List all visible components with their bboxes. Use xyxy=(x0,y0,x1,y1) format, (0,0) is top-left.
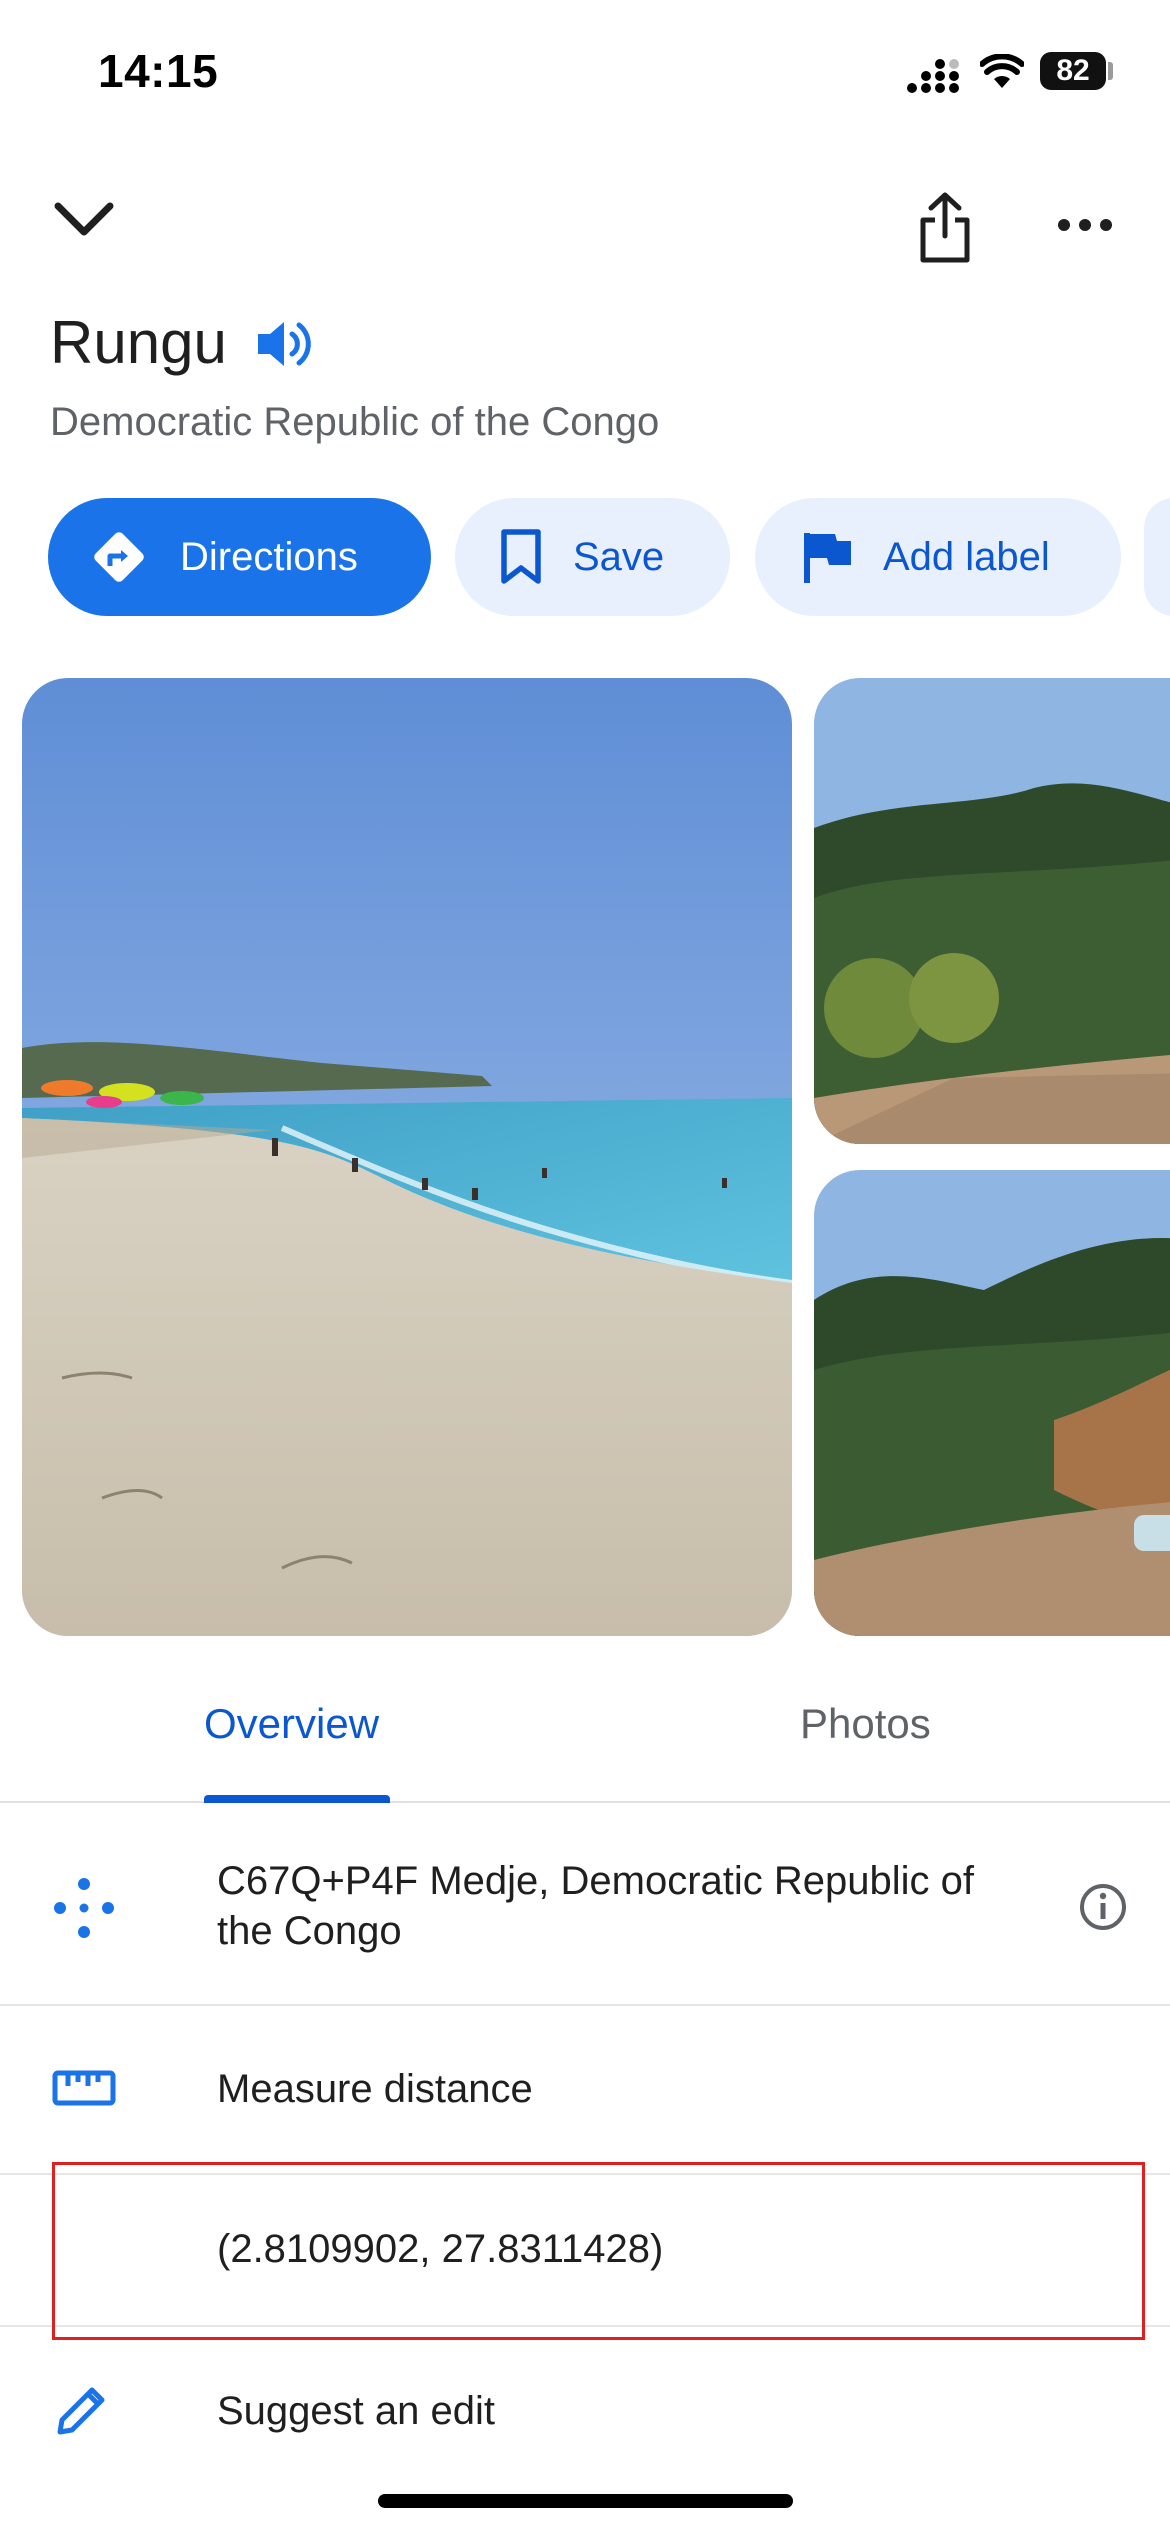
pencil-icon xyxy=(52,2380,112,2445)
battery-indicator: 82 xyxy=(1040,52,1106,90)
more-horiz-icon[interactable] xyxy=(1050,205,1120,245)
place-country: Democratic Republic of the Congo xyxy=(50,400,660,444)
battery-cap xyxy=(1108,62,1113,80)
more-actions-chip[interactable] xyxy=(1144,498,1170,616)
directions-label: Directions xyxy=(180,534,358,579)
save-label: Save xyxy=(573,534,665,579)
volume-icon[interactable] xyxy=(252,314,316,379)
highlight-box xyxy=(52,2162,1145,2340)
share-icon[interactable] xyxy=(910,188,980,268)
tab-overview[interactable]: Overview xyxy=(204,1700,379,1748)
divider xyxy=(0,2004,1170,2006)
plus-code-line1: C67Q+P4F Medje, Democratic Republic of xyxy=(217,1859,974,1903)
measure-distance-button[interactable]: Measure distance xyxy=(217,2064,533,2114)
place-title: Rungu xyxy=(50,309,227,376)
add-label-label: Add label xyxy=(883,534,1050,579)
add-label-button[interactable]: Add label xyxy=(755,498,1121,616)
flag-icon xyxy=(804,533,851,583)
chevron-down-icon[interactable] xyxy=(44,190,124,250)
tab-indicator xyxy=(204,1795,390,1803)
tab-photos[interactable]: Photos xyxy=(800,1700,931,1748)
save-button[interactable]: Save xyxy=(455,498,730,616)
directions-button[interactable]: Directions xyxy=(48,498,431,616)
ruler-icon xyxy=(52,2068,116,2113)
forest-photo-1[interactable] xyxy=(814,678,1170,1144)
plus-code-line2: the Congo xyxy=(217,1909,402,1953)
tab-divider xyxy=(0,1801,1170,1803)
directions-icon xyxy=(94,532,144,582)
suggest-edit-button[interactable]: Suggest an edit xyxy=(217,2386,495,2436)
forest-photo-2[interactable] xyxy=(814,1170,1170,1636)
plus-code-address[interactable]: C67Q+P4F Medje, Democratic Republic of t… xyxy=(217,1856,974,1956)
cellular-signal-icon xyxy=(906,58,962,99)
plus-code-icon xyxy=(52,1876,116,1945)
status-time: 14:15 xyxy=(98,45,219,97)
beach-photo[interactable] xyxy=(22,678,792,1636)
wifi-icon xyxy=(979,53,1025,95)
home-indicator xyxy=(378,2494,793,2508)
info-icon[interactable] xyxy=(1078,1882,1128,1937)
bookmark-icon xyxy=(501,529,541,584)
